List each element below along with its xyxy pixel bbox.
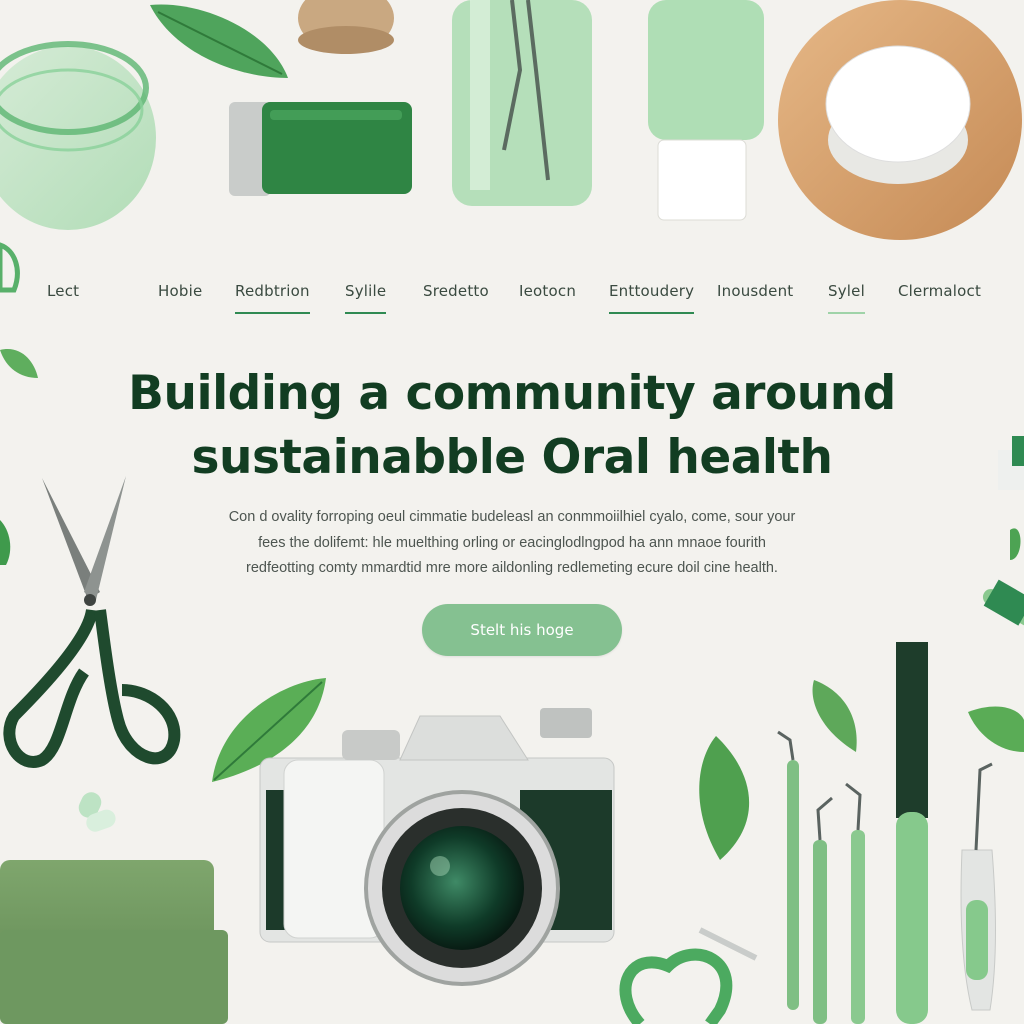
cloth-pouch-icon	[0, 860, 228, 1024]
nav-item-label: Clermaloct	[898, 282, 982, 300]
nav-item-ieotocn[interactable]: Ieotocn	[519, 282, 576, 300]
nav-item-redbtrion[interactable]: Redbtrion	[235, 282, 310, 314]
bottle-icon	[648, 0, 764, 221]
nav-item-label: Lect	[47, 282, 80, 300]
glass-jar-icon	[0, 41, 156, 230]
main-nav: Lect Hobie Redbtrion Sylile Sredetto Ieo…	[0, 270, 1024, 320]
nav-item-label: Ieotocn	[519, 282, 577, 300]
nav-item-label: Enttoudery	[609, 282, 695, 300]
nav-item-label: Redbtrion	[235, 282, 310, 300]
leaf-icon	[699, 528, 1024, 860]
hero-subtitle-line-3: redfeotting comty mmardtid mre more aild…	[246, 560, 778, 576]
nav-item-label: Hobie	[158, 282, 203, 300]
nav-item-label: Sylile	[345, 282, 387, 300]
hero-subtitle-line-2: fees the dolifemt: hle muelthing orling …	[258, 535, 766, 551]
tin-container-icon	[229, 102, 412, 196]
nav-item-label: Sylel	[828, 282, 865, 300]
nav-underline	[828, 312, 865, 314]
cream-jar-icon	[778, 0, 1022, 240]
nav-item-hobie[interactable]: Hobie	[158, 282, 202, 300]
heart-floss-icon	[619, 927, 758, 1024]
nav-item-lect[interactable]: Lect	[47, 282, 79, 300]
cta-button[interactable]: Stelt his hoge	[422, 604, 622, 656]
nav-item-sylel[interactable]: Sylel	[828, 282, 865, 314]
nav-item-inousdent[interactable]: Inousdent	[717, 282, 793, 300]
nav-item-sredetto[interactable]: Sredetto	[423, 282, 489, 300]
twine-spool-icon	[298, 0, 394, 54]
nav-item-sylile[interactable]: Sylile	[345, 282, 387, 314]
dental-tool-icon	[777, 642, 996, 1024]
camera-icon	[259, 708, 615, 986]
hero-subtitle-line-1: Con d ovality forroping oeul cimmatie bu…	[228, 509, 796, 525]
hero-title-line-2: sustainabble Oral health	[191, 430, 833, 485]
nav-underline	[609, 312, 695, 314]
nav-item-enttoudery[interactable]: Enttoudery	[609, 282, 695, 314]
nav-underline	[235, 312, 310, 314]
leaf-icon	[150, 4, 288, 78]
nav-item-label: Inousdent	[717, 282, 794, 300]
nav-underline	[345, 312, 387, 314]
hero-title-line-1: Building a community around	[128, 366, 896, 421]
bottle-icon	[452, 0, 592, 206]
nav-item-clermaloct[interactable]: Clermaloct	[898, 282, 981, 300]
capsule-icon	[78, 792, 116, 832]
nav-item-label: Sredetto	[423, 282, 489, 300]
